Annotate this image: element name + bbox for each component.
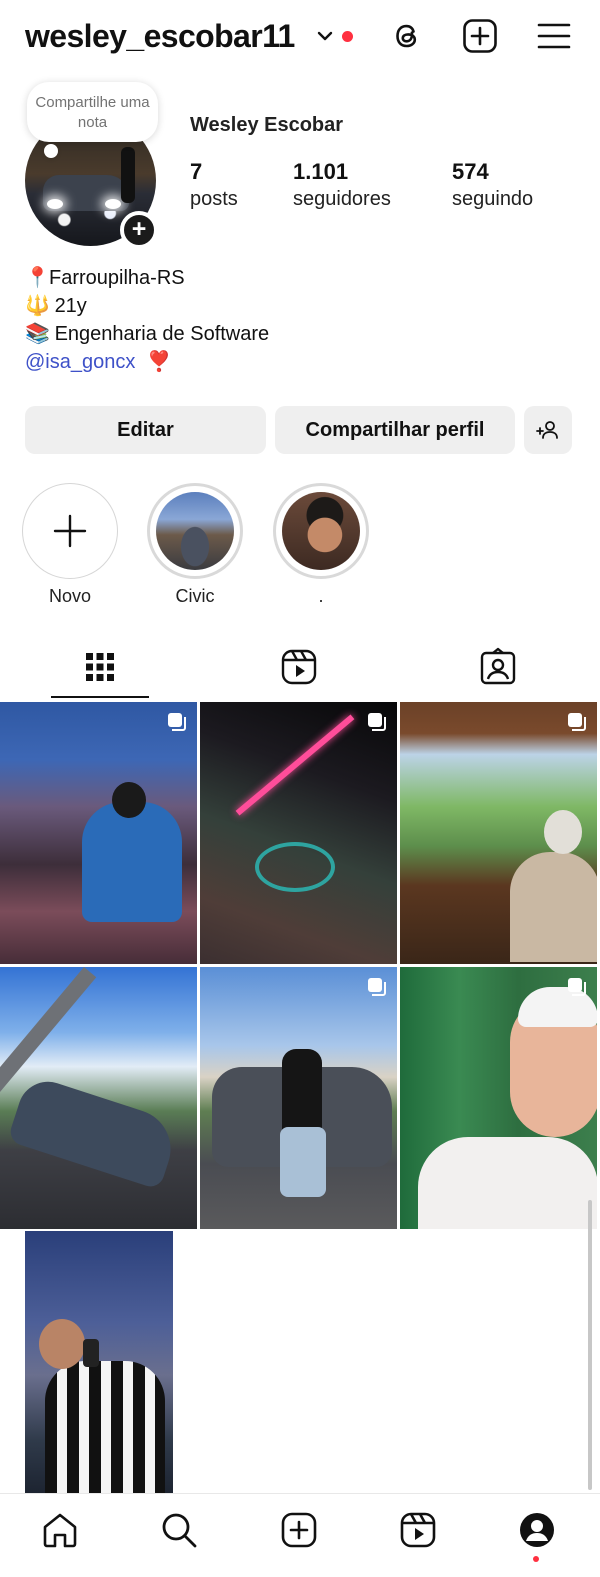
edit-profile-button[interactable]: Editar [25,406,266,454]
highlight-new-label: Novo [48,586,92,606]
heart-emoji: ❣️ [146,351,172,373]
stat-posts[interactable]: 7 posts [190,158,238,212]
chevron-down-icon[interactable] [315,26,335,46]
username-switcher[interactable]: wesley_escobar11 [25,18,295,55]
active-tab-indicator [51,696,149,698]
stat-posts-label: posts [190,188,238,210]
stat-followers-label: seguidores [293,188,391,210]
top-bar: wesley_escobar11 [0,0,600,74]
profile-full-name: Wesley Escobar [190,114,344,136]
post-thumbnail[interactable] [400,702,597,964]
post-thumbnail[interactable] [25,1231,173,1493]
profile-bio: 📍Farroupilha-RS 🔱 21y 📚 Engenharia de So… [25,264,269,376]
post-thumbnail[interactable] [0,967,197,1229]
reels-icon[interactable] [398,1510,438,1550]
note-bubble-tail [44,144,58,158]
stat-following-label: seguindo [452,188,534,210]
bio-mention-link[interactable]: @isa_goncx [25,351,135,373]
highlight-new[interactable] [22,483,118,579]
plus-icon [53,514,87,548]
create-post-icon[interactable] [462,18,498,54]
highlight-civic-label: Civic [175,586,215,606]
multiple-photos-icon [368,978,386,996]
trident-emoji: 🔱 [25,295,50,317]
discover-people-button[interactable] [524,406,572,454]
stat-posts-value: 7 [190,159,203,184]
profile-icon[interactable] [517,1510,557,1550]
stat-followers-value: 1.101 [293,159,349,184]
share-profile-button[interactable]: Compartilhar perfil [275,406,515,454]
notification-dot [342,31,353,42]
post-thumbnail[interactable] [200,967,397,1229]
profile-notification-dot [533,1556,539,1562]
stat-following-value: 574 [452,159,489,184]
bio-study: 📚 Engenharia de Software [25,320,269,348]
bio-location-text: Farroupilha-RS [49,267,185,289]
bio-age: 🔱 21y [25,292,269,320]
stat-following[interactable]: 574 seguindo [452,158,533,212]
add-story-icon[interactable]: + [120,211,158,249]
add-person-icon [536,421,558,439]
highlight-civic[interactable] [147,483,243,579]
bio-study-text: Engenharia de Software [54,323,270,345]
multiple-photos-icon [368,713,386,731]
search-icon[interactable] [159,1510,199,1550]
bio-mention-line: @isa_goncx ❣️ [25,348,269,376]
share-note-bubble[interactable]: Compartilhe uma nota [27,82,158,142]
bio-age-text: 21y [54,295,87,317]
scrollbar[interactable] [588,1200,592,1490]
bio-location: 📍Farroupilha-RS [25,264,269,292]
post-thumbnail[interactable] [200,702,397,964]
post-thumbnail[interactable] [0,702,197,964]
books-emoji: 📚 [25,323,50,345]
multiple-photos-icon [568,713,586,731]
tagged-icon[interactable] [478,647,518,687]
pin-emoji: 📍 [25,267,50,289]
post-thumbnail[interactable] [400,967,597,1229]
threads-icon[interactable] [389,18,425,54]
create-icon[interactable] [279,1510,319,1550]
highlight-dot-label: . [318,586,324,606]
multiple-photos-icon [568,978,586,996]
stat-followers[interactable]: 1.101 seguidores [293,158,391,212]
bottom-navigation [0,1493,600,1577]
highlight-dot[interactable] [273,483,369,579]
reels-icon[interactable] [279,647,319,687]
home-icon[interactable] [40,1510,80,1550]
multiple-photos-icon [168,713,186,731]
grid-icon[interactable] [80,647,120,687]
menu-icon[interactable] [536,18,572,54]
